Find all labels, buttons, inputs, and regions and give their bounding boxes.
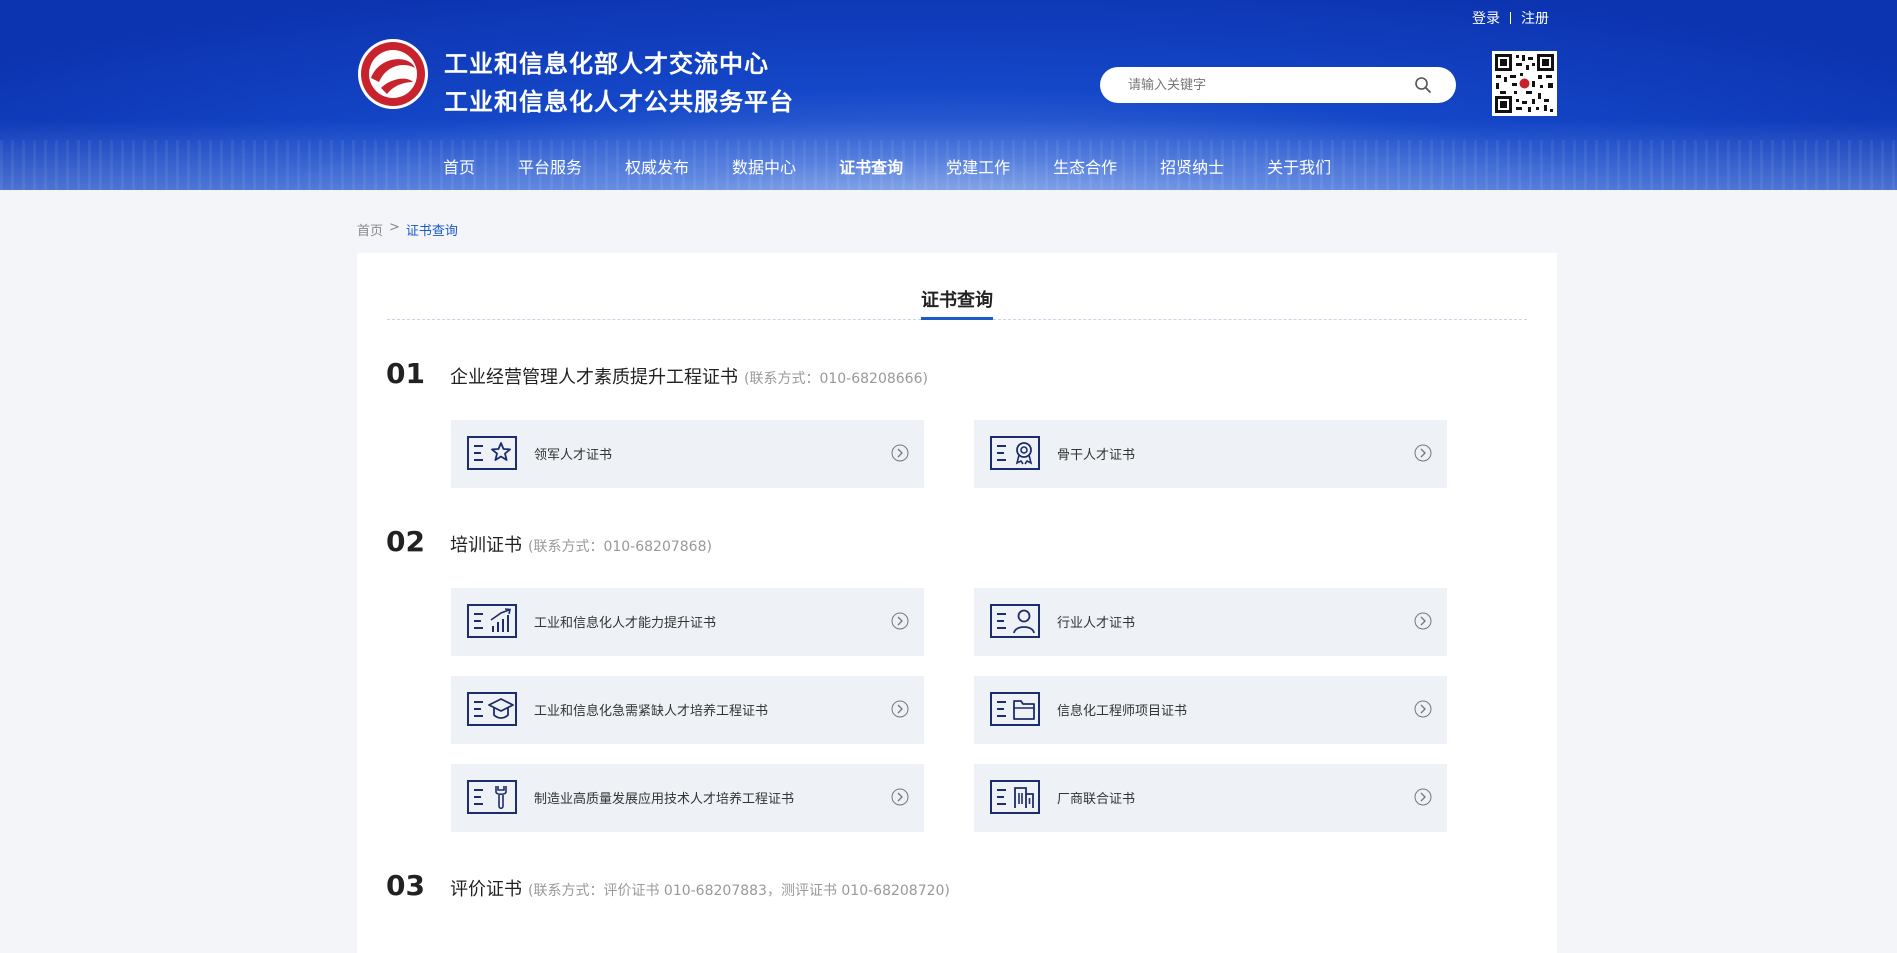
nav-about-us[interactable]: 关于我们 xyxy=(1267,154,1331,178)
section-name: 企业经营管理人才素质提升工程证书 xyxy=(450,367,738,388)
graduation-cap-icon xyxy=(467,692,517,726)
cert-label: 工业和信息化人才能力提升证书 xyxy=(534,616,717,631)
award-ribbon-icon xyxy=(990,436,1040,470)
cert-item-it-engineer-project[interactable]: 信息化工程师项目证书 xyxy=(974,676,1447,744)
nav-certificate-query[interactable]: 证书查询 xyxy=(839,154,903,178)
qr-code xyxy=(1492,51,1557,116)
section-name: 培训证书 xyxy=(450,535,522,556)
account-links: 登录 注册 xyxy=(1472,9,1560,27)
page-title: 证书查询 xyxy=(921,290,993,311)
cert-label: 厂商联合证书 xyxy=(1057,792,1136,807)
cert-item-manufacturing-technical-talent[interactable]: 制造业高质量发展应用技术人才培养工程证书 xyxy=(451,764,924,832)
nav-home[interactable]: 首页 xyxy=(443,154,475,178)
section-number: 01 xyxy=(386,357,425,390)
section-heading: 评价证书 (联系方式：评价证书 010-68207883，测评证书 010-682… xyxy=(450,875,950,901)
star-icon xyxy=(467,436,517,470)
person-icon xyxy=(990,604,1040,638)
cert-item-vendor-joint[interactable]: 厂商联合证书 xyxy=(974,764,1447,832)
center-logo[interactable] xyxy=(357,38,429,110)
arrow-circle-icon xyxy=(1414,444,1432,462)
certificate-panel: 证书查询 01 企业经营管理人才素质提升工程证书 (联系方式：010-682086… xyxy=(357,253,1557,953)
title-underline xyxy=(921,317,993,320)
cert-item-leading-talent[interactable]: 领军人才证书 xyxy=(451,420,924,488)
cert-item-industry-talent[interactable]: 行业人才证书 xyxy=(974,588,1447,656)
folder-icon xyxy=(990,692,1040,726)
login-link[interactable]: 登录 xyxy=(1472,8,1500,28)
cert-item-core-talent[interactable]: 骨干人才证书 xyxy=(974,420,1447,488)
cert-item-capability-improvement[interactable]: 工业和信息化人才能力提升证书 xyxy=(451,588,924,656)
section-number: 03 xyxy=(386,869,425,902)
arrow-circle-icon xyxy=(891,444,909,462)
wrench-icon xyxy=(467,780,517,814)
nav-data-center[interactable]: 数据中心 xyxy=(732,154,796,178)
search-icon[interactable] xyxy=(1414,76,1432,94)
arrow-circle-icon xyxy=(891,788,909,806)
cert-label: 信息化工程师项目证书 xyxy=(1057,704,1188,719)
cert-label: 领军人才证书 xyxy=(534,448,613,463)
arrow-circle-icon xyxy=(891,700,909,718)
arrow-circle-icon xyxy=(891,612,909,630)
site-title-secondary: 工业和信息化人才公共服务平台 xyxy=(444,88,794,116)
breadcrumb-home[interactable]: 首页 xyxy=(357,220,383,239)
nav-careers[interactable]: 招贤纳士 xyxy=(1160,154,1224,178)
growth-chart-icon xyxy=(467,604,517,638)
nav-platform-services[interactable]: 平台服务 xyxy=(518,154,582,178)
building-icon xyxy=(990,780,1040,814)
cert-label: 工业和信息化急需紧缺人才培养工程证书 xyxy=(534,704,769,719)
section-contact: (联系方式：010-68207868) xyxy=(528,539,712,555)
cert-item-urgent-talent-training[interactable]: 工业和信息化急需紧缺人才培养工程证书 xyxy=(451,676,924,744)
arrow-circle-icon xyxy=(1414,700,1432,718)
breadcrumb-current[interactable]: 证书查询 xyxy=(406,220,458,239)
nav-ecosystem[interactable]: 生态合作 xyxy=(1053,154,1117,178)
section-number: 02 xyxy=(386,525,425,558)
search-input[interactable] xyxy=(1126,76,1410,94)
section-heading: 培训证书 (联系方式：010-68207868) xyxy=(450,531,712,557)
site-title-primary: 工业和信息化部人才交流中心 xyxy=(444,50,769,78)
site-header: 登录 注册 工业和信息化部人才交流中心 工业和信息化人才公共服务平台 请输入关键… xyxy=(0,0,1897,190)
arrow-circle-icon xyxy=(1414,788,1432,806)
section-heading: 企业经营管理人才素质提升工程证书 (联系方式：010-68208666) xyxy=(450,363,928,389)
cert-label: 制造业高质量发展应用技术人才培养工程证书 xyxy=(534,792,795,807)
cert-label: 骨干人才证书 xyxy=(1057,448,1136,463)
search-box xyxy=(1100,67,1456,103)
arrow-circle-icon xyxy=(1414,612,1432,630)
link-divider xyxy=(1510,12,1511,24)
section-name: 评价证书 xyxy=(450,879,522,900)
nav-party-building[interactable]: 党建工作 xyxy=(946,154,1010,178)
breadcrumb: 首页 > 证书查询 xyxy=(357,220,458,239)
nav-releases[interactable]: 权威发布 xyxy=(625,154,689,178)
register-link[interactable]: 注册 xyxy=(1521,8,1549,28)
section-contact: (联系方式：010-68208666) xyxy=(744,371,928,387)
cert-label: 行业人才证书 xyxy=(1057,616,1136,631)
section-contact: (联系方式：评价证书 010-68207883，测评证书 010-6820872… xyxy=(528,883,950,899)
breadcrumb-separator: > xyxy=(389,220,400,235)
site-titles: 工业和信息化部人才交流中心 工业和信息化人才公共服务平台 xyxy=(444,45,794,121)
main-nav: 首页 平台服务 权威发布 数据中心 证书查询 党建工作 生态合作 招贤纳士 关于… xyxy=(443,154,1374,178)
